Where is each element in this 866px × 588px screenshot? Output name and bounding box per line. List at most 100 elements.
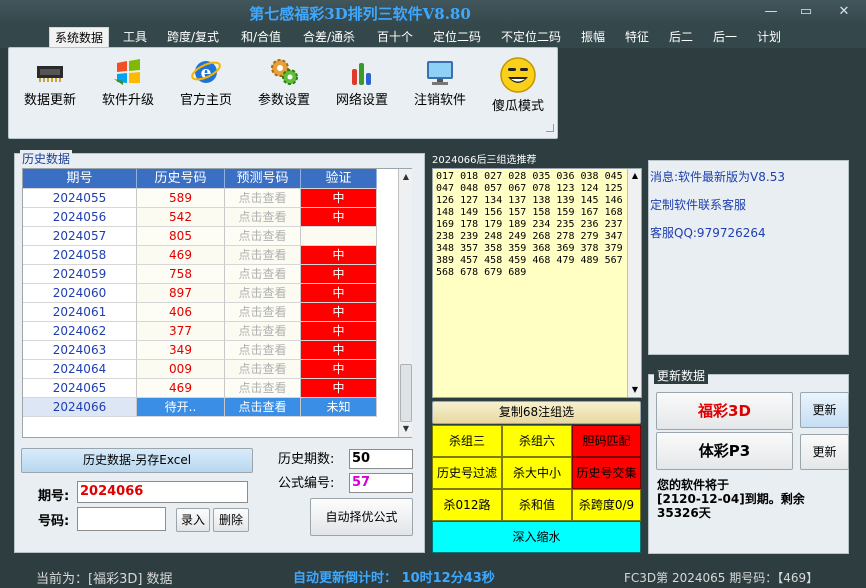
scroll-down-icon[interactable]: ▼ bbox=[628, 383, 642, 397]
kill-button[interactable]: 胆码匹配 bbox=[572, 425, 641, 457]
history-scrollbar[interactable]: ▲ ▼ bbox=[398, 169, 412, 437]
table-row[interactable]: 2024055 589 点击查看中 bbox=[23, 189, 398, 208]
scroll-up-icon[interactable]: ▲ bbox=[399, 169, 413, 185]
verify-cell: 中 bbox=[301, 265, 377, 284]
predict-cell[interactable]: 点击查看 bbox=[225, 379, 301, 398]
tab-digits[interactable]: 百十个 bbox=[372, 27, 418, 47]
number-cell: 377 bbox=[137, 322, 225, 341]
network-settings-button[interactable]: 网络设置 bbox=[330, 55, 394, 108]
table-row[interactable]: 2024056 542 点击查看中 bbox=[23, 208, 398, 227]
predict-cell[interactable]: 点击查看 bbox=[225, 265, 301, 284]
tab-diff[interactable]: 合差/通杀 bbox=[298, 27, 360, 47]
period-input[interactable]: 2024066 bbox=[77, 481, 248, 503]
table-header[interactable]: 预测号码 bbox=[225, 169, 301, 189]
number-cell: 待开.. bbox=[137, 398, 225, 417]
predict-cell[interactable]: 点击查看 bbox=[225, 322, 301, 341]
scroll-up-icon[interactable]: ▲ bbox=[628, 169, 642, 183]
tab-tools[interactable]: 工具 bbox=[118, 27, 152, 47]
kill-button[interactable]: 历史号过滤 bbox=[432, 457, 502, 489]
settings-button[interactable]: 参数设置 bbox=[252, 55, 316, 108]
gear-icon bbox=[271, 59, 298, 85]
homepage-button[interactable]: e 官方主页 bbox=[174, 55, 238, 108]
predict-cell[interactable]: 点击查看 bbox=[225, 284, 301, 303]
p3-update-button[interactable]: 更新 bbox=[800, 434, 849, 470]
predict-cell[interactable]: 点击查看 bbox=[225, 246, 301, 265]
update-data-button[interactable]: 数据更新 bbox=[18, 55, 82, 108]
predict-cell[interactable]: 点击查看 bbox=[225, 360, 301, 379]
kill-button[interactable]: 杀大中小 bbox=[502, 457, 572, 489]
table-row[interactable]: 2024062 377 点击查看中 bbox=[23, 322, 398, 341]
logout-button[interactable]: 注销软件 bbox=[408, 55, 472, 108]
maximize-button[interactable]: ▭ bbox=[795, 4, 817, 20]
predict-cell[interactable]: 点击查看 bbox=[225, 189, 301, 208]
auto-formula-button[interactable]: 自动择优公式 bbox=[310, 498, 413, 536]
fc3d-button[interactable]: 福彩3D bbox=[656, 392, 793, 430]
table-header[interactable]: 验证 bbox=[301, 169, 377, 189]
toolbar-label: 数据更新 bbox=[23, 93, 76, 108]
table-header[interactable]: 历史号码 bbox=[137, 169, 225, 189]
fc3d-update-button[interactable]: 更新 bbox=[800, 392, 849, 428]
toolbar-resize-handle[interactable] bbox=[546, 124, 554, 132]
tab-feature[interactable]: 特征 bbox=[620, 27, 654, 47]
table-row[interactable]: 2024064 009 点击查看中 bbox=[23, 360, 398, 379]
update-section-title: 更新数据 bbox=[654, 367, 709, 384]
tab-plan[interactable]: 计划 bbox=[752, 27, 786, 47]
tab-sum[interactable]: 和/合值 bbox=[236, 27, 286, 47]
table-row[interactable]: 2024063 349 点击查看中 bbox=[23, 341, 398, 360]
table-row[interactable]: 2024065 469 点击查看中 bbox=[23, 379, 398, 398]
tab-amplitude[interactable]: 振幅 bbox=[576, 27, 610, 47]
kill-button[interactable]: 杀012路 bbox=[432, 489, 502, 521]
tab-last-two[interactable]: 后二 bbox=[664, 27, 698, 47]
predict-cell[interactable]: 点击查看 bbox=[225, 398, 301, 417]
tab-fixed-two[interactable]: 定位二码 bbox=[428, 27, 486, 47]
recommend-scrollbar[interactable]: ▲ ▼ bbox=[627, 169, 641, 397]
table-row[interactable]: 2024057 805 点击查看 bbox=[23, 227, 398, 246]
scroll-thumb[interactable] bbox=[400, 364, 412, 422]
kill-button[interactable]: 杀跨度0/9 bbox=[572, 489, 641, 521]
enter-button[interactable]: 录入 bbox=[176, 508, 210, 532]
p3-button[interactable]: 体彩P3 bbox=[656, 432, 793, 470]
combo-line: 017 018 027 028 035 036 038 045 bbox=[436, 171, 623, 182]
kill-buttons: 杀组三 杀组六 胆码匹配历史号过滤 杀大中小 历史号交集杀012路 杀和值 杀跨度0/9 bbox=[432, 425, 641, 521]
kill-button[interactable]: 杀组六 bbox=[502, 425, 572, 457]
formula-input[interactable]: 57 bbox=[349, 473, 413, 493]
export-excel-button[interactable]: 历史数据-另存Excel bbox=[21, 448, 253, 473]
kill-button[interactable]: 杀和值 bbox=[502, 489, 572, 521]
code-input[interactable] bbox=[77, 507, 166, 531]
number-cell: 758 bbox=[137, 265, 225, 284]
table-row[interactable]: 2024058 469 点击查看中 bbox=[23, 246, 398, 265]
kill-button[interactable]: 杀组三 bbox=[432, 425, 502, 457]
recommend-list: 017 018 027 028 035 036 038 045 047 048 0… bbox=[432, 168, 642, 398]
period-cell: 2024057 bbox=[23, 227, 137, 246]
upgrade-button[interactable]: 软件升级 bbox=[96, 55, 160, 108]
chip-icon bbox=[37, 66, 63, 82]
delete-button[interactable]: 删除 bbox=[213, 508, 249, 532]
kill-button[interactable]: 历史号交集 bbox=[572, 457, 641, 489]
table-row[interactable]: 2024061 406 点击查看中 bbox=[23, 303, 398, 322]
predict-cell[interactable]: 点击查看 bbox=[225, 227, 301, 246]
predict-cell[interactable]: 点击查看 bbox=[225, 303, 301, 322]
status-countdown: 自动更新倒计时： 10时12分43秒 bbox=[293, 571, 495, 586]
number-cell: 009 bbox=[137, 360, 225, 379]
tab-system-data[interactable]: 系统数据 bbox=[49, 27, 110, 47]
history-count-input[interactable]: 50 bbox=[349, 449, 413, 469]
silly-mode-button[interactable]: 傻瓜模式 bbox=[486, 55, 550, 114]
minimize-button[interactable]: — bbox=[760, 4, 782, 20]
table-row[interactable]: 2024066 待开.. 点击查看 未知 bbox=[23, 398, 398, 417]
tab-last-one[interactable]: 后一 bbox=[708, 27, 742, 47]
table-row[interactable]: 2024060 897 点击查看中 bbox=[23, 284, 398, 303]
predict-cell[interactable]: 点击查看 bbox=[225, 208, 301, 227]
period-label: 期号: bbox=[38, 489, 70, 504]
toolbar-label: 软件升级 bbox=[101, 93, 154, 108]
deep-shrink-button[interactable]: 深入缩水 bbox=[432, 521, 641, 553]
number-cell: 805 bbox=[137, 227, 225, 246]
verify-cell: 中 bbox=[301, 284, 377, 303]
table-row[interactable]: 2024059 758 点击查看中 bbox=[23, 265, 398, 284]
tab-span[interactable]: 跨度/复式 bbox=[162, 27, 224, 47]
close-button[interactable]: ✕ bbox=[833, 4, 855, 20]
scroll-down-icon[interactable]: ▼ bbox=[399, 421, 413, 437]
predict-cell[interactable]: 点击查看 bbox=[225, 341, 301, 360]
copy-combos-button[interactable]: 复制68注组选 bbox=[432, 401, 641, 424]
table-header[interactable]: 期号 bbox=[23, 169, 137, 189]
tab-unfixed-two[interactable]: 不定位二码 bbox=[496, 27, 566, 47]
